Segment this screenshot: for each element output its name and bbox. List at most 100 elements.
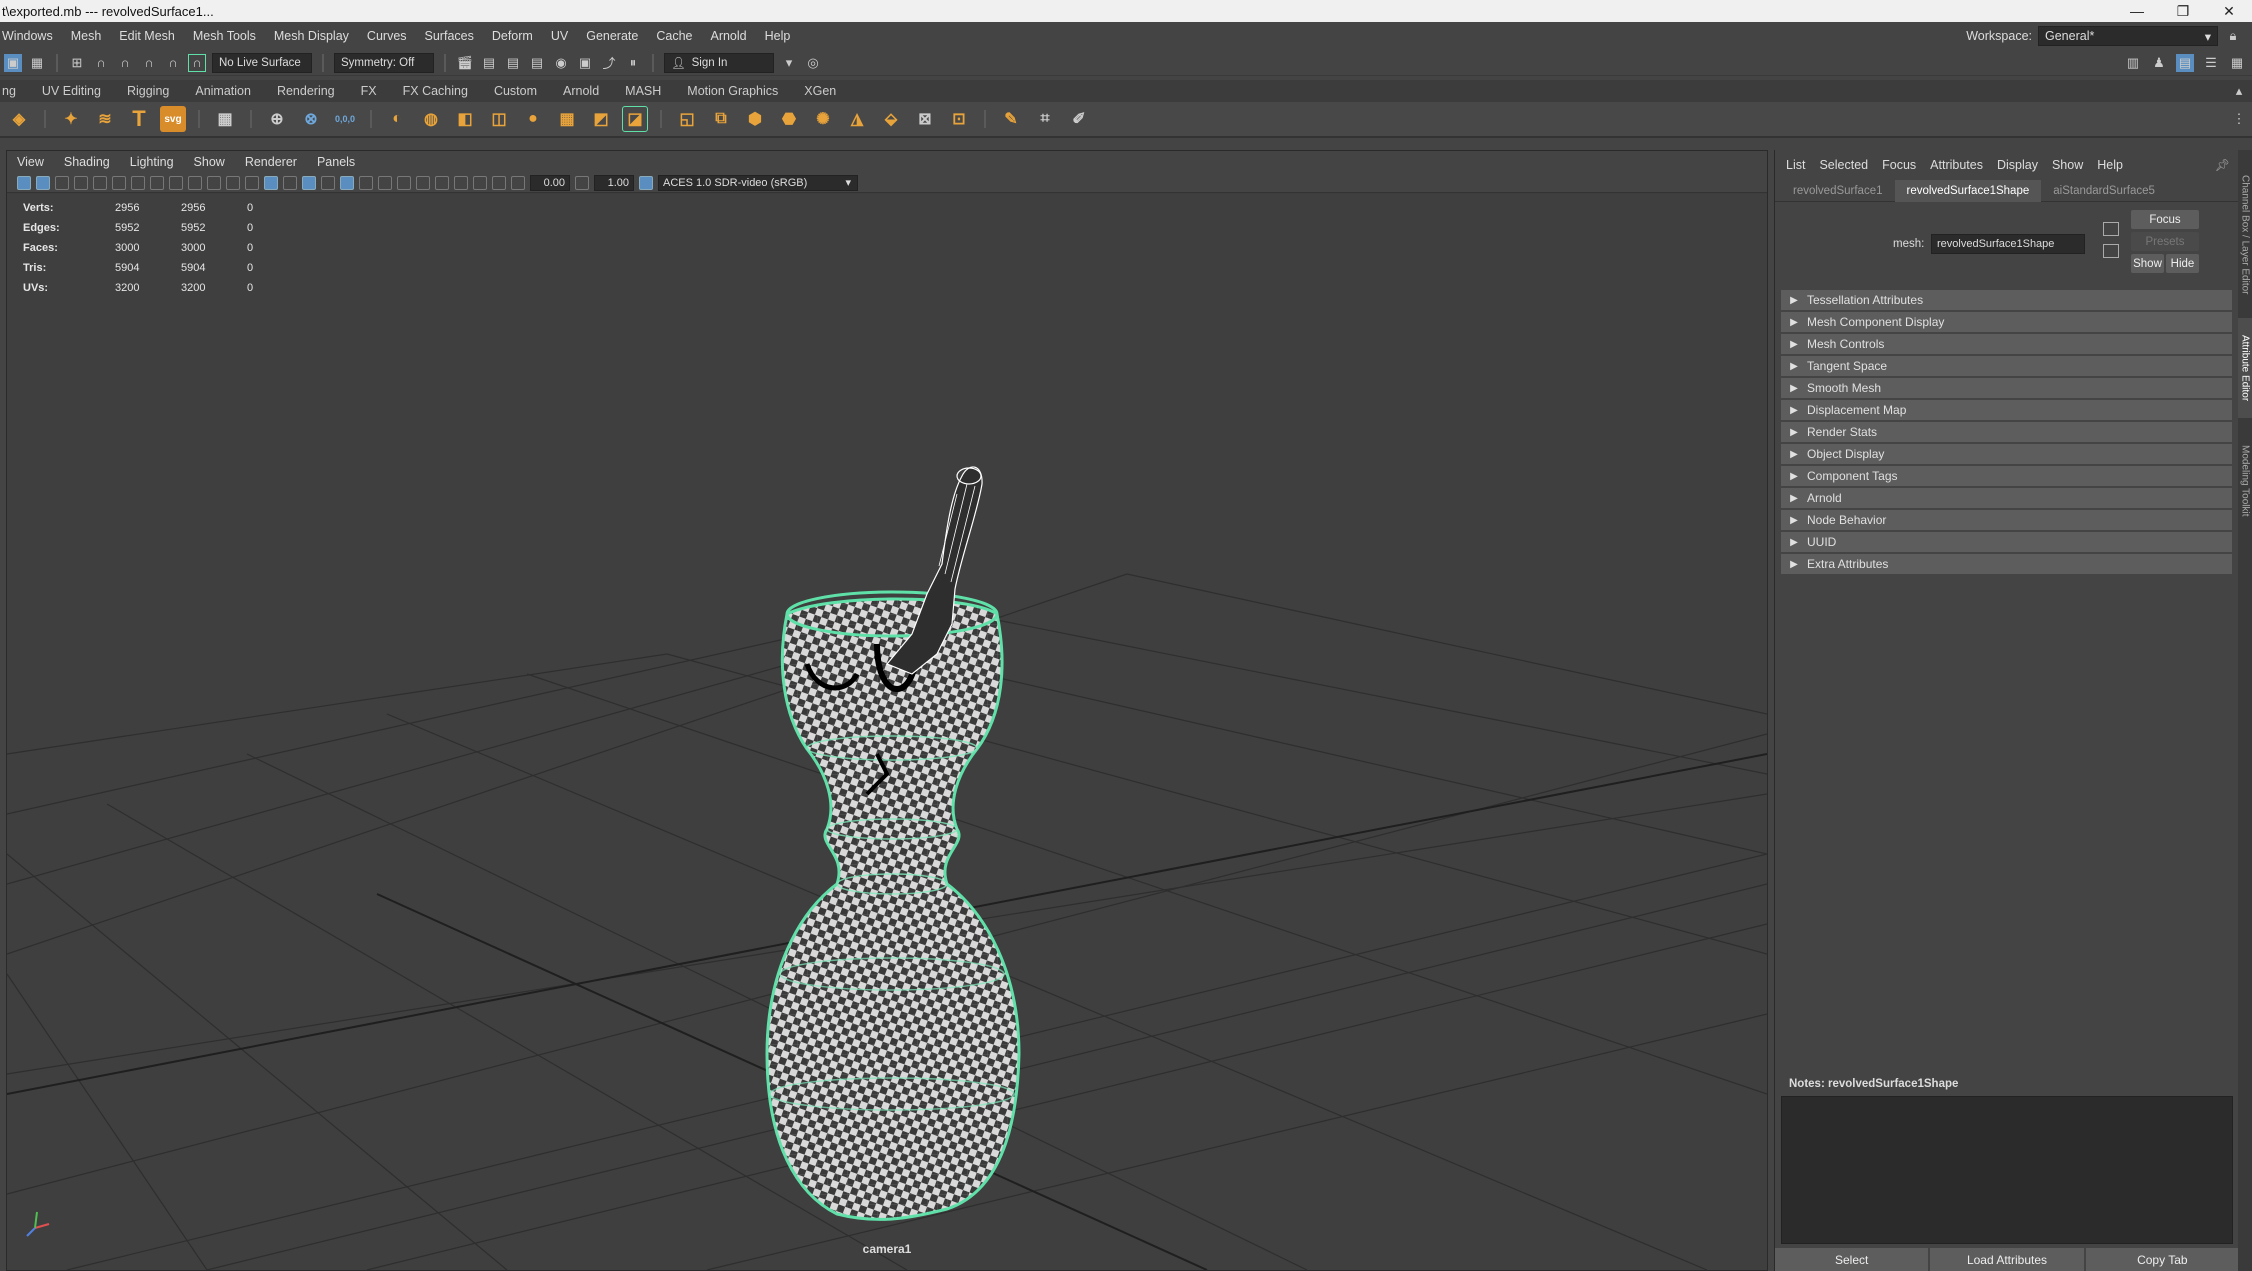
multi-cut-icon[interactable]: ✺	[810, 106, 836, 132]
pivot-tool-icon[interactable]: ⊕	[264, 106, 290, 132]
viewport-menu-shading[interactable]: Shading	[54, 155, 120, 169]
section-node-behavior[interactable]: ▶ Node Behavior	[1781, 510, 2232, 530]
bookmark-icon[interactable]	[55, 175, 69, 190]
tab-channel-box[interactable]: Channel Box / Layer Editor	[2238, 160, 2252, 310]
symmetry-field[interactable]: Symmetry: Off	[334, 52, 434, 73]
wireframe-on-shaded-icon[interactable]	[302, 175, 316, 190]
shelf-scroll-icon[interactable]: ⋮	[2230, 110, 2248, 128]
menu-surfaces[interactable]: Surfaces	[416, 29, 483, 43]
type-tool-icon[interactable]: ▦	[212, 106, 238, 132]
text-tool-icon[interactable]: T	[126, 106, 152, 132]
extrude-icon[interactable]: ◱	[674, 106, 700, 132]
gamma-icon[interactable]	[575, 175, 589, 190]
smooth-shade-icon[interactable]	[283, 175, 297, 190]
render-frame-icon[interactable]: 🎬︎	[456, 54, 474, 72]
select-mode-icon[interactable]: ▣	[4, 53, 22, 72]
field-chart-icon[interactable]	[207, 175, 221, 190]
delete-edge-icon[interactable]: ⊡	[946, 106, 972, 132]
xray-joints-icon[interactable]	[473, 175, 487, 190]
live-surface-field[interactable]: No Live Surface	[212, 52, 312, 73]
shelf-tab-mash[interactable]: MASH	[612, 80, 674, 102]
minimize-button[interactable]: —	[2114, 0, 2160, 22]
tab-attribute-editor[interactable]: Attribute Editor	[2238, 318, 2252, 418]
quad-draw-icon[interactable]: ◪	[622, 106, 648, 132]
section-mesh-controls[interactable]: ▶ Mesh Controls	[1781, 334, 2232, 354]
snap-point-icon[interactable]: ∩	[116, 54, 134, 72]
target-weld-icon[interactable]: ◮	[844, 106, 870, 132]
grease-pencil-icon[interactable]	[112, 175, 126, 190]
curve-tool-icon[interactable]: ≋	[92, 106, 118, 132]
sparkle-icon[interactable]: ✦	[58, 106, 84, 132]
snap-grid-icon[interactable]: ⊞	[68, 54, 86, 72]
exposure-field[interactable]: 0.00	[530, 174, 570, 191]
chevron-down-icon[interactable]: ▾	[780, 54, 798, 72]
viewport-menu-renderer[interactable]: Renderer	[235, 155, 307, 169]
separate-icon[interactable]: ◍	[418, 106, 444, 132]
polygon-primitive-icon[interactable]: ◈	[6, 106, 32, 132]
edit-tool-icon[interactable]: ✐	[1066, 106, 1092, 132]
shelf-tab-animation[interactable]: Animation	[182, 80, 264, 102]
menu-mesh-tools[interactable]: Mesh Tools	[184, 29, 265, 43]
notes-textarea[interactable]	[1781, 1096, 2233, 1244]
wireframe-icon[interactable]	[264, 175, 278, 190]
section-arnold[interactable]: ▶ Arnold	[1781, 488, 2232, 508]
crop-tool-icon[interactable]: ⌗	[1032, 106, 1058, 132]
arnold-render-icon[interactable]: ▣	[576, 54, 594, 72]
workspace-dropdown[interactable]: General* ▾	[2038, 26, 2218, 46]
anti-aliasing-icon[interactable]	[435, 175, 449, 190]
viewport-menu-show[interactable]: Show	[184, 155, 235, 169]
focus-button[interactable]: Focus	[2131, 210, 2199, 229]
shelf-tab-rendering[interactable]: Rendering	[264, 80, 348, 102]
textured-icon[interactable]	[340, 175, 354, 190]
film-gate-icon[interactable]	[150, 175, 164, 190]
ae-menu-focus[interactable]: Focus	[1875, 158, 1923, 172]
modeling-toolkit-icon[interactable]: ▥	[2124, 54, 2142, 72]
menu-mesh-display[interactable]: Mesh Display	[265, 29, 358, 43]
isolate-select-icon[interactable]	[454, 175, 468, 190]
image-plane-icon[interactable]	[74, 175, 88, 190]
pin-icon[interactable]: 📌︎	[2215, 158, 2230, 172]
shelf-tab-fx-caching[interactable]: FX Caching	[390, 80, 481, 102]
xray-icon[interactable]	[359, 175, 373, 190]
color-management-icon[interactable]	[639, 175, 653, 190]
go-to-output-icon[interactable]	[2103, 244, 2119, 258]
sign-in-field[interactable]: 👤︎ Sign In	[664, 52, 774, 73]
copy-tab-button[interactable]: Copy Tab	[2085, 1248, 2239, 1271]
section-tessellation-attributes[interactable]: ▶ Tessellation Attributes	[1781, 290, 2232, 310]
notification-icon[interactable]: ◎	[804, 54, 822, 72]
ae-menu-selected[interactable]: Selected	[1812, 158, 1875, 172]
gamma-field[interactable]: 1.00	[594, 174, 634, 191]
pause-icon[interactable]: ⏸	[624, 54, 642, 72]
merge-icon[interactable]: ⊠	[912, 106, 938, 132]
select-camera-icon[interactable]	[17, 175, 31, 190]
lock-icon[interactable]: 🔒︎	[2224, 27, 2242, 45]
safe-title-icon[interactable]	[245, 175, 259, 190]
section-uuid[interactable]: ▶ UUID	[1781, 532, 2232, 552]
gate-mask-icon[interactable]	[188, 175, 202, 190]
restore-button[interactable]: ❐	[2160, 0, 2206, 22]
bridge-icon[interactable]: ⧉	[708, 106, 734, 132]
shadows-icon[interactable]	[378, 175, 392, 190]
select-button[interactable]: Select	[1775, 1248, 1929, 1271]
render-view-icon[interactable]: ▤	[480, 54, 498, 72]
camera-attributes-icon[interactable]	[36, 175, 50, 190]
svg-tool-icon[interactable]: svg	[160, 106, 186, 132]
tab-ai-standard-surface[interactable]: aiStandardSurface5	[2041, 180, 2167, 202]
magnet-icon[interactable]: ∩	[188, 53, 206, 72]
presets-button[interactable]: Presets	[2131, 232, 2199, 251]
boolean-icon[interactable]: ◫	[486, 106, 512, 132]
menu-generate[interactable]: Generate	[577, 29, 647, 43]
shelf-tab-custom[interactable]: Custom	[481, 80, 550, 102]
ae-menu-help[interactable]: Help	[2090, 158, 2130, 172]
color-space-dropdown[interactable]: ACES 1.0 SDR-video (sRGB) ▾	[658, 174, 858, 191]
hypershade-icon[interactable]: ◉	[552, 54, 570, 72]
shelf-tab-fx[interactable]: FX	[348, 80, 390, 102]
section-displacement-map[interactable]: ▶ Displacement Map	[1781, 400, 2232, 420]
grid-toggle-icon[interactable]	[131, 175, 145, 190]
2d-pan-zoom-icon[interactable]	[93, 175, 107, 190]
section-component-tags[interactable]: ▶ Component Tags	[1781, 466, 2232, 486]
resolution-gate-icon[interactable]	[169, 175, 183, 190]
show-button[interactable]: Show	[2131, 254, 2164, 273]
shelf-menu-icon[interactable]: ▴	[2230, 82, 2248, 100]
component-mode-icon[interactable]: ▦	[28, 54, 46, 72]
